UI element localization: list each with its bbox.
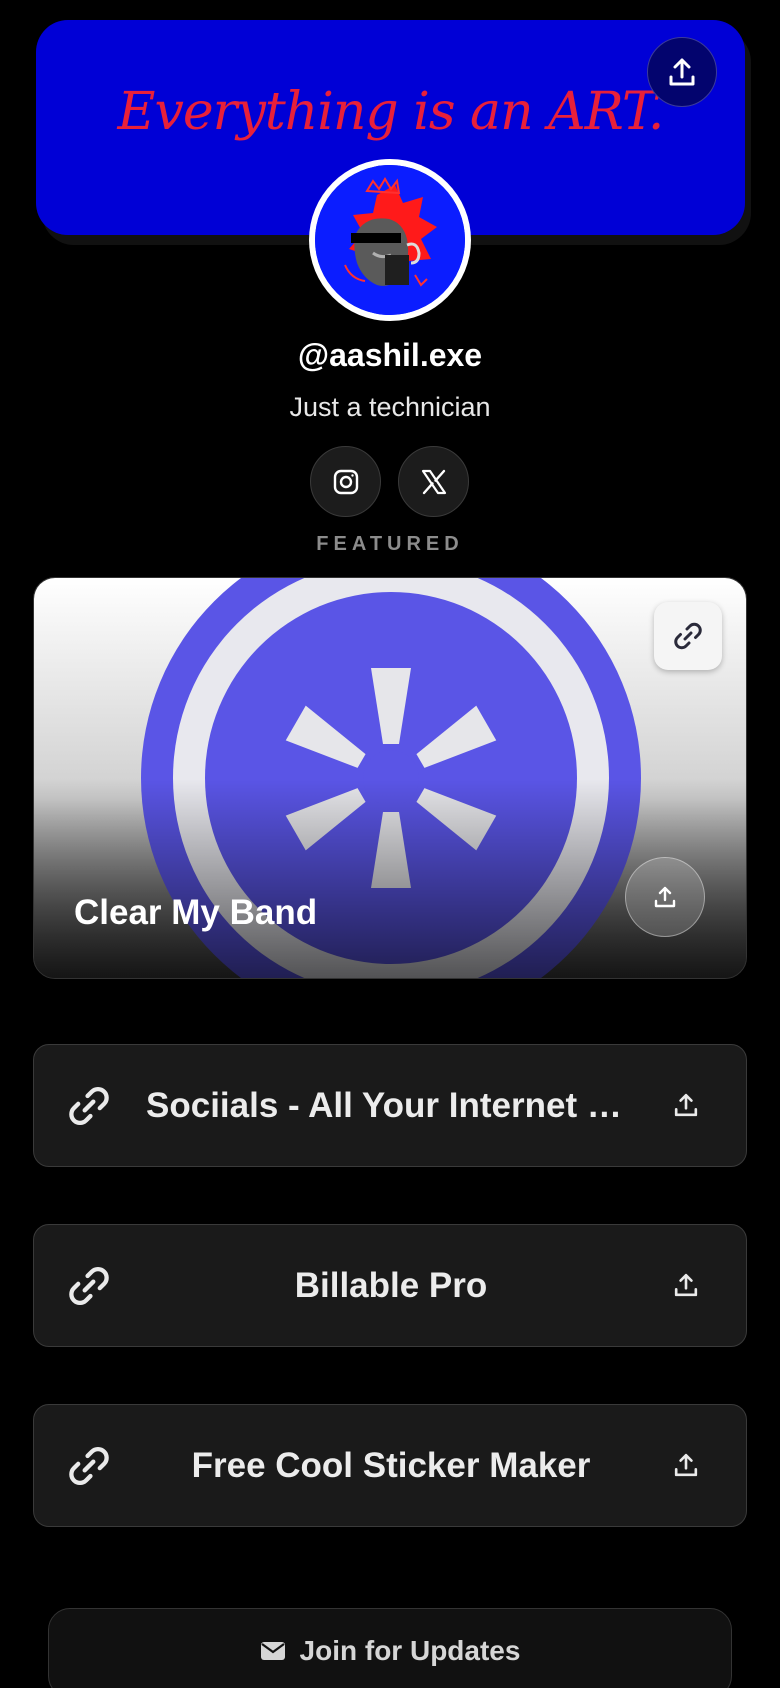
banner-share-button[interactable] (647, 37, 717, 107)
featured-link-button[interactable] (654, 602, 722, 670)
join-updates-button[interactable]: Join for Updates (48, 1608, 732, 1688)
avatar-artwork (315, 165, 465, 315)
featured-label: FEATURED (316, 533, 464, 555)
x-button[interactable] (398, 446, 469, 517)
instagram-button[interactable] (310, 446, 381, 517)
join-updates-label: Join for Updates (299, 1635, 521, 1666)
featured-share-button[interactable] (625, 857, 705, 937)
profile-bio: Just a technician (289, 392, 491, 422)
upload-share-icon (669, 58, 695, 86)
profile-handle: @aashil.exe (297, 337, 483, 373)
link-button-sociials[interactable]: Sociials - All Your Internet Links (33, 1044, 747, 1167)
link-label: Billable Pro (294, 1265, 488, 1305)
link-button-sticker-maker[interactable]: Free Cool Sticker Maker (33, 1404, 747, 1527)
banner-text: Everything is an ART. (117, 82, 665, 142)
upload-share-icon[interactable] (674, 1091, 698, 1119)
avatar (309, 159, 471, 321)
link-icon (69, 1086, 109, 1126)
social-icons (310, 446, 469, 517)
upload-share-icon[interactable] (674, 1451, 698, 1479)
x-icon (421, 469, 446, 494)
link-label: Free Cool Sticker Maker (191, 1445, 591, 1485)
link-label: Sociials - All Your Internet Links (146, 1085, 636, 1125)
link-icon (69, 1446, 109, 1486)
featured-card-title: Clear My Band (74, 893, 318, 932)
featured-card[interactable]: Clear My Band (33, 577, 747, 979)
link-button-billable-pro[interactable]: Billable Pro (33, 1224, 747, 1347)
envelope-icon (260, 1642, 285, 1660)
upload-share-icon[interactable] (674, 1271, 698, 1299)
upload-share-icon (654, 886, 676, 908)
link-icon (674, 622, 702, 650)
instagram-icon (333, 469, 358, 494)
link-icon (69, 1266, 109, 1306)
